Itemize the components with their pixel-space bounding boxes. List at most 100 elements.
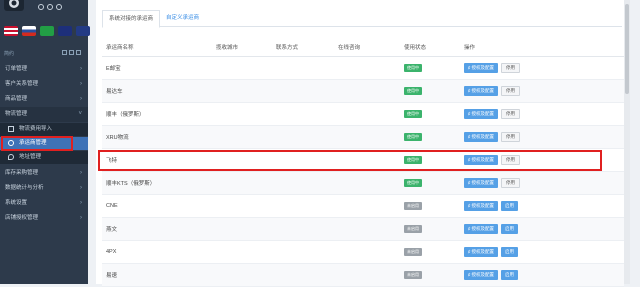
enable-button[interactable]: 启用 bbox=[501, 201, 519, 211]
configure-button[interactable]: ♯ 授权及配置 bbox=[464, 201, 499, 211]
menu-label: 数据统计与分析 bbox=[5, 185, 44, 191]
configure-label: 授权及配置 bbox=[471, 65, 495, 70]
chevron-right-icon: › bbox=[80, 185, 82, 191]
disable-button[interactable]: 停用 bbox=[501, 86, 521, 96]
menu-label: 商品管理 bbox=[5, 96, 28, 102]
menu-item-analytics[interactable]: 数据统计与分析 › bbox=[0, 181, 88, 196]
contact-cell bbox=[272, 263, 334, 287]
carrier-name-cell: 燕文 bbox=[102, 217, 212, 241]
action-cell: ♯ 授权及配置 停用 bbox=[460, 56, 624, 80]
status-badge: 未启用 bbox=[404, 271, 422, 279]
configure-button[interactable]: ♯ 授权及配置 bbox=[464, 270, 499, 280]
carrier-name: XRU物流 bbox=[106, 135, 129, 141]
action-cell: ♯ 授权及配置 停用 bbox=[460, 171, 624, 195]
contact-cell bbox=[272, 171, 334, 195]
status-badge: 使用中 bbox=[404, 64, 422, 72]
power-icon[interactable] bbox=[56, 4, 62, 10]
chevron-down-icon: ˅ bbox=[78, 111, 82, 117]
toolbar-icon[interactable] bbox=[69, 50, 74, 55]
action-cell: ♯ 授权及配置 停用 bbox=[460, 79, 624, 103]
chat-cell bbox=[334, 194, 396, 218]
disable-button[interactable]: 停用 bbox=[501, 178, 521, 188]
city-cell bbox=[212, 217, 272, 241]
city-cell bbox=[212, 194, 272, 218]
carrier-name: 燕文 bbox=[106, 227, 118, 233]
configure-button[interactable]: ♯ 授权及配置 bbox=[464, 63, 499, 73]
table-row: E邮宝 使用中 ♯ 授权及配置 停用 bbox=[102, 56, 624, 80]
user-icon[interactable] bbox=[38, 4, 44, 10]
menu-label: 订单管理 bbox=[5, 66, 28, 72]
enable-button[interactable]: 启用 bbox=[501, 224, 519, 234]
configure-button[interactable]: ♯ 授权及配置 bbox=[464, 224, 499, 234]
status-cell: 未启用 bbox=[400, 194, 460, 218]
chevron-right-icon: › bbox=[80, 200, 82, 206]
status-badge: 使用中 bbox=[404, 179, 422, 187]
configure-button[interactable]: ♯ 授权及配置 bbox=[464, 247, 499, 257]
menu-item-orders[interactable]: 订单管理 › bbox=[0, 62, 88, 77]
enable-button[interactable]: 启用 bbox=[501, 247, 519, 257]
configure-button[interactable]: ♯ 授权及配置 bbox=[464, 178, 499, 188]
flag-ru-icon[interactable] bbox=[22, 26, 36, 36]
configure-button[interactable]: ♯ 授权及配置 bbox=[464, 86, 499, 96]
submenu-label: 物流费用导入 bbox=[19, 126, 53, 132]
carrier-name: 易速 bbox=[106, 273, 118, 279]
key-icon: ♯ bbox=[468, 226, 471, 231]
key-icon: ♯ bbox=[468, 203, 471, 208]
settings-icon[interactable] bbox=[47, 4, 53, 10]
chat-cell bbox=[334, 240, 396, 264]
disable-button[interactable]: 停用 bbox=[501, 63, 521, 73]
city-cell bbox=[212, 171, 272, 195]
submenu-item-address[interactable]: 地址管理 bbox=[0, 151, 88, 164]
key-icon: ♯ bbox=[468, 272, 471, 277]
enable-button[interactable]: 启用 bbox=[501, 270, 519, 280]
column-header: 联系方式 bbox=[272, 38, 334, 57]
key-icon: ♯ bbox=[468, 88, 471, 93]
main-panel: 系统对接的承运商 自定义承运商 承运商名称 揽收城市 联系方式 在线咨询 使用状… bbox=[96, 0, 630, 287]
flag-br-icon[interactable] bbox=[40, 26, 54, 36]
menu-item-crm[interactable]: 客户关系管理 › bbox=[0, 77, 88, 92]
flag-au-icon[interactable] bbox=[58, 26, 72, 36]
status-cell: 使用中 bbox=[400, 171, 460, 195]
status-badge: 使用中 bbox=[404, 133, 422, 141]
status-cell: 未启用 bbox=[400, 217, 460, 241]
submenu-label: 地址管理 bbox=[19, 154, 42, 160]
flag-gb-icon[interactable] bbox=[76, 26, 90, 36]
city-cell bbox=[212, 56, 272, 80]
status-cell: 未启用 bbox=[400, 240, 460, 264]
menu-label: 系统设置 bbox=[5, 200, 28, 206]
language-flags bbox=[4, 26, 90, 36]
status-cell: 使用中 bbox=[400, 56, 460, 80]
tab-system-carriers[interactable]: 系统对接的承运商 bbox=[102, 10, 161, 28]
submenu-item-freight-import[interactable]: 物流费用导入 bbox=[0, 123, 88, 136]
menu-item-logistics[interactable]: 物流管理 ˅ bbox=[0, 107, 88, 122]
configure-button[interactable]: ♯ 授权及配置 bbox=[464, 132, 499, 142]
carrier-name-cell: XRU物流 bbox=[102, 125, 212, 149]
contact-cell bbox=[272, 56, 334, 80]
status-cell: 使用中 bbox=[400, 102, 460, 126]
table-row: 4PX 未启用 ♯ 授权及配置 启用 bbox=[102, 240, 624, 264]
scrollbar[interactable] bbox=[624, 0, 630, 284]
menu-item-settings[interactable]: 系统设置 › bbox=[0, 196, 88, 211]
disable-button[interactable]: 停用 bbox=[501, 109, 521, 119]
carrier-name: 4PX bbox=[106, 249, 117, 255]
tab-custom-carriers[interactable]: 自定义承运商 bbox=[160, 10, 205, 26]
sidebar-tools bbox=[62, 50, 81, 55]
flag-us-icon[interactable] bbox=[4, 26, 18, 36]
action-cell: ♯ 授权及配置 启用 bbox=[460, 240, 624, 264]
menu-item-products[interactable]: 商品管理 › bbox=[0, 92, 88, 107]
table-row: CNE 未启用 ♯ 授权及配置 启用 bbox=[102, 194, 624, 218]
menu-item-inventory[interactable]: 库存采购管理 › bbox=[0, 166, 88, 181]
scrollbar-thumb[interactable] bbox=[625, 4, 629, 94]
menu-item-store-auth[interactable]: 店铺授权管理 › bbox=[0, 211, 88, 226]
table-row: 顺丰（俄罗斯） 使用中 ♯ 授权及配置 停用 bbox=[102, 102, 624, 126]
toolbar-icon[interactable] bbox=[62, 50, 67, 55]
disable-button[interactable]: 停用 bbox=[501, 132, 521, 142]
highlight-box bbox=[1, 136, 73, 151]
chat-cell bbox=[334, 56, 396, 80]
toolbar-icon[interactable] bbox=[76, 50, 81, 55]
configure-button[interactable]: ♯ 授权及配置 bbox=[464, 109, 499, 119]
logo-icon[interactable] bbox=[4, 0, 24, 11]
table-row: 易达车 使用中 ♯ 授权及配置 停用 bbox=[102, 79, 624, 103]
city-cell bbox=[212, 263, 272, 287]
status-badge: 使用中 bbox=[404, 87, 422, 95]
